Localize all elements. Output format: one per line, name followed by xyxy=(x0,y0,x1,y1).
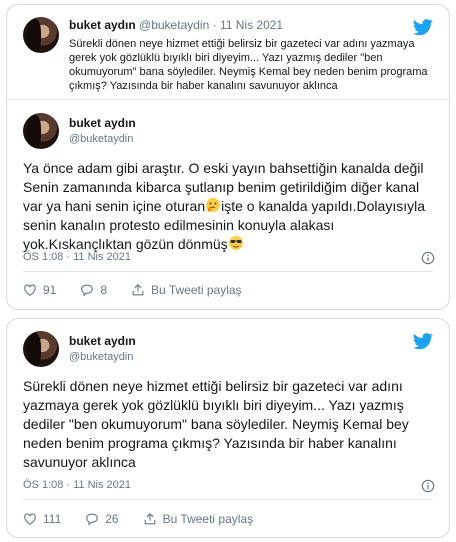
tweet-actions: 91 8 Bu Tweeti paylaş xyxy=(23,283,266,297)
quoted-date: 11 Nis 2021 xyxy=(219,18,284,32)
twitter-bird-icon[interactable] xyxy=(413,17,433,37)
tweet-header: buket aydın @buketaydin xyxy=(23,331,433,371)
quoted-author-handle: @buketaydin xyxy=(139,18,210,32)
share-label: Bu Tweeti paylaş xyxy=(151,283,242,297)
avatar[interactable] xyxy=(23,113,59,149)
divider xyxy=(23,499,433,500)
info-icon[interactable] xyxy=(421,479,435,493)
tweet-header: buket aydın @buketaydin xyxy=(23,113,433,153)
tweet-text: Sürekli dönen neye hizmet ettiği belirsi… xyxy=(23,378,409,470)
quoted-tweet-text: Sürekli dönen neye hizmet ettiği belirsi… xyxy=(69,38,428,92)
reply-button[interactable]: 26 xyxy=(85,512,119,526)
tweet-timestamp[interactable]: ÖS 1:08 · 11 Nis 2021 xyxy=(23,251,131,263)
like-count: 91 xyxy=(43,283,57,297)
avatar[interactable] xyxy=(23,17,59,53)
tweet-timestamp[interactable]: ÖS 1:08 · 11 Nis 2021 xyxy=(23,479,131,491)
tweet-actions: 111 26 Bu Tweeti paylaş xyxy=(23,512,277,526)
author-name[interactable]: buket aydın xyxy=(69,116,136,130)
avatar[interactable] xyxy=(23,331,59,367)
share-button[interactable]: Bu Tweeti paylaş xyxy=(143,512,254,526)
thinking-face-emoji xyxy=(206,198,221,212)
like-button[interactable]: 111 xyxy=(23,512,61,526)
tweet-text: Ya önce adam gibi araştır. O eski yayın … xyxy=(23,160,425,252)
reply-count: 26 xyxy=(105,512,119,526)
twitter-bird-icon[interactable] xyxy=(413,331,433,351)
quoted-author-name: buket aydın xyxy=(69,18,136,32)
author-name[interactable]: buket aydın xyxy=(69,334,136,348)
author-handle[interactable]: @buketaydin xyxy=(69,133,133,145)
share-label: Bu Tweeti paylaş xyxy=(162,512,254,526)
separator-dot: · xyxy=(212,18,217,32)
author-handle[interactable]: @buketaydin xyxy=(69,351,133,363)
like-button[interactable]: 91 xyxy=(23,283,56,297)
quote-separator xyxy=(7,99,449,100)
info-icon[interactable] xyxy=(421,251,435,265)
divider xyxy=(23,271,433,272)
quoted-tweet[interactable]: buket aydın @buketaydin · 11 Nis 2021 Sü… xyxy=(23,17,433,103)
like-count: 111 xyxy=(43,512,62,526)
reply-icon xyxy=(86,513,99,526)
tweet-card[interactable]: buket aydın @buketaydin · 11 Nis 2021 Sü… xyxy=(6,4,450,310)
heart-icon xyxy=(24,284,36,296)
tweet-card[interactable]: buket aydın @buketaydin Sürekli dönen ne… xyxy=(6,318,450,538)
reply-icon xyxy=(81,284,94,297)
share-icon xyxy=(132,283,144,296)
sunglasses-emoji xyxy=(228,236,243,250)
share-button[interactable]: Bu Tweeti paylaş xyxy=(131,283,242,297)
reply-button[interactable]: 8 xyxy=(80,283,107,297)
share-icon xyxy=(144,512,155,525)
heart-icon xyxy=(24,513,36,525)
reply-count: 8 xyxy=(100,283,108,297)
